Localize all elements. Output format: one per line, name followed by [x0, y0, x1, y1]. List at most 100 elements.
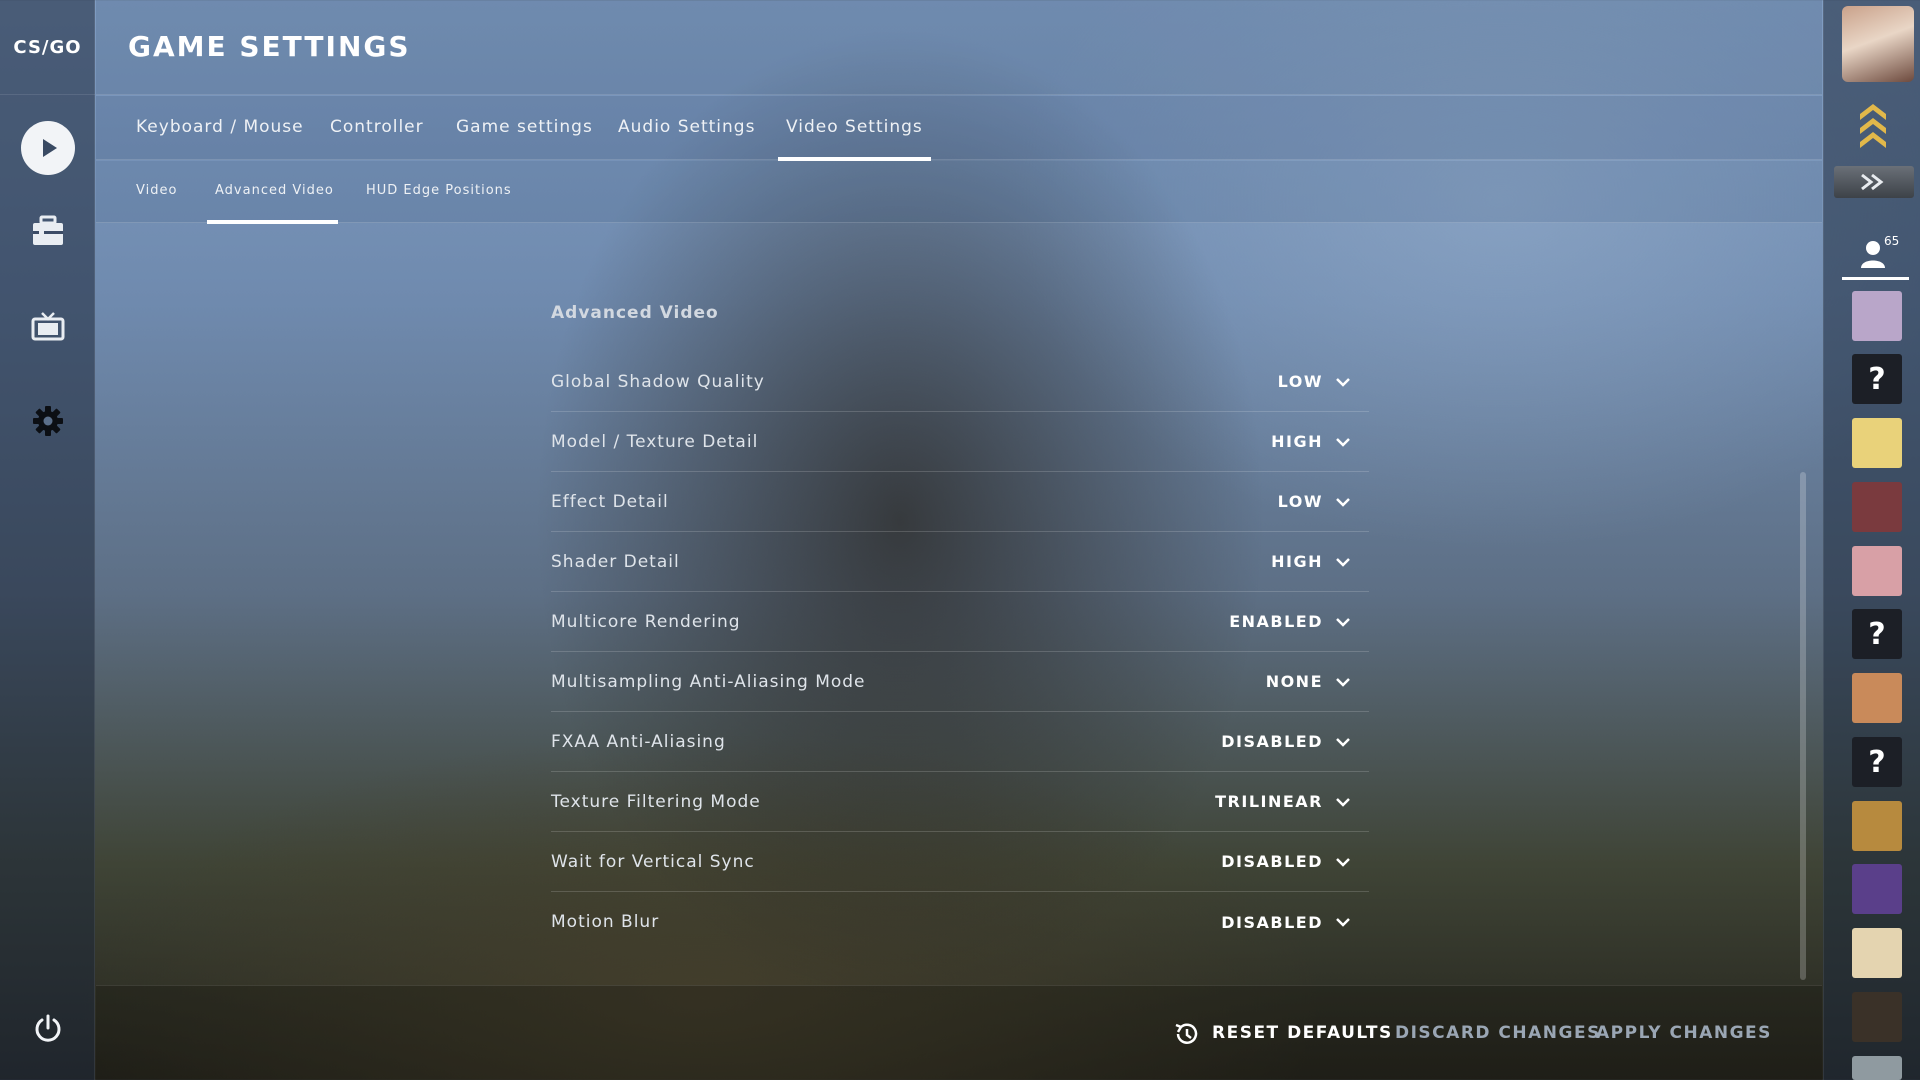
setting-dropdown[interactable]: DISABLED: [1221, 852, 1351, 871]
friend-avatar[interactable]: [1852, 673, 1902, 723]
setting-value: NONE: [1265, 672, 1323, 691]
csgo-logo[interactable]: CS/GO: [0, 0, 95, 95]
gear-icon: [32, 405, 64, 441]
setting-label: Model / Texture Detail: [551, 431, 759, 452]
chevron-down-icon: [1336, 557, 1350, 567]
setting-label: Wait for Vertical Sync: [551, 851, 755, 872]
setting-row-msaa-mode[interactable]: Multisampling Anti-Aliasing Mode NONE: [551, 652, 1369, 712]
setting-row-global-shadow-quality[interactable]: Global Shadow Quality LOW: [551, 352, 1369, 412]
discard-changes-button[interactable]: DISCARD CHANGES: [1395, 986, 1601, 1080]
chevron-down-icon: [1336, 918, 1350, 927]
setting-label: Multisampling Anti-Aliasing Mode: [551, 671, 866, 692]
friend-avatar[interactable]: [1852, 1056, 1902, 1080]
tab-controller[interactable]: Controller: [330, 96, 424, 160]
setting-value: DISABLED: [1221, 852, 1323, 871]
tab-game-settings[interactable]: Game settings: [456, 96, 593, 160]
setting-dropdown[interactable]: NONE: [1266, 672, 1351, 691]
power-button[interactable]: [0, 996, 95, 1066]
setting-value: DISABLED: [1221, 732, 1323, 751]
chevron-down-icon: [1336, 377, 1350, 387]
double-chevron-icon: [1861, 173, 1884, 191]
subtab-advanced-video[interactable]: Advanced Video: [207, 161, 338, 224]
setting-dropdown[interactable]: DISABLED: [1221, 732, 1351, 751]
setting-dropdown[interactable]: HIGH: [1271, 552, 1351, 571]
xp-level-bar[interactable]: [1834, 166, 1914, 198]
video-subtabs: Video Advanced Video HUD Edge Positions: [96, 161, 1822, 224]
play-icon: [20, 121, 75, 175]
setting-label: Texture Filtering Mode: [551, 791, 761, 812]
setting-value: ENABLED: [1229, 612, 1323, 631]
chevron-down-icon: [1336, 437, 1350, 447]
question-mark-icon: ?: [1868, 361, 1886, 397]
setting-value: HIGH: [1271, 552, 1323, 571]
setting-label: Multicore Rendering: [551, 611, 741, 632]
friend-avatar-unknown[interactable]: ?: [1852, 609, 1902, 659]
rank-chevrons-icon[interactable]: [1858, 100, 1888, 154]
settings-list: Global Shadow Quality LOW Model / Textur…: [551, 352, 1369, 952]
setting-row-vsync[interactable]: Wait for Vertical Sync DISABLED: [551, 832, 1369, 892]
setting-dropdown[interactable]: ENABLED: [1229, 612, 1351, 631]
friends-tab[interactable]: 65: [1824, 228, 1920, 280]
question-mark-icon: ?: [1868, 744, 1886, 780]
friend-avatar[interactable]: [1852, 801, 1902, 851]
chevron-down-icon: [1336, 617, 1350, 627]
player-avatar[interactable]: [1842, 6, 1914, 82]
setting-label: Effect Detail: [551, 491, 669, 512]
setting-value: DISABLED: [1221, 912, 1323, 932]
inventory-icon: [31, 215, 65, 251]
friend-avatar[interactable]: [1852, 418, 1902, 468]
settings-tabs: Keyboard / Mouse Controller Game setting…: [96, 96, 1822, 161]
watch-button[interactable]: [0, 294, 95, 364]
inventory-button[interactable]: [0, 198, 95, 268]
setting-label: Motion Blur: [551, 912, 660, 932]
friend-avatar[interactable]: [1852, 864, 1902, 914]
setting-value: LOW: [1277, 372, 1323, 391]
friend-avatar[interactable]: [1852, 992, 1902, 1042]
power-icon: [32, 1013, 64, 1049]
tab-audio-settings[interactable]: Audio Settings: [618, 96, 755, 160]
setting-row-effect-detail[interactable]: Effect Detail LOW: [551, 472, 1369, 532]
friend-avatar[interactable]: [1852, 546, 1902, 596]
reset-defaults-button[interactable]: RESET DEFAULTS: [1172, 986, 1393, 1080]
setting-row-shader-detail[interactable]: Shader Detail HIGH: [551, 532, 1369, 592]
section-title: Advanced Video: [551, 303, 719, 323]
setting-row-motion-blur[interactable]: Motion Blur DISABLED: [551, 892, 1369, 952]
subtab-hud-edge-positions[interactable]: HUD Edge Positions: [366, 161, 512, 223]
person-icon: [1860, 241, 1885, 268]
apply-changes-button[interactable]: APPLY CHANGES: [1596, 986, 1772, 1080]
chevron-down-icon: [1336, 857, 1350, 867]
setting-dropdown[interactable]: LOW: [1278, 372, 1351, 391]
subtab-video[interactable]: Video: [136, 161, 177, 223]
chevron-down-icon: [1336, 737, 1350, 747]
friend-avatar-unknown[interactable]: ?: [1852, 354, 1902, 404]
setting-label: Shader Detail: [551, 551, 680, 572]
watch-tv-icon: [31, 311, 65, 347]
footer-actions: RESET DEFAULTS DISCARD CHANGES APPLY CHA…: [96, 985, 1822, 1080]
friends-sidebar: 65 ? ? ?: [1823, 0, 1920, 1080]
friend-avatar[interactable]: [1852, 482, 1902, 532]
chevron-down-icon: [1336, 677, 1350, 687]
friend-avatar[interactable]: [1852, 928, 1902, 978]
setting-dropdown[interactable]: HIGH: [1271, 432, 1351, 451]
question-mark-icon: ?: [1868, 616, 1886, 652]
setting-value: HIGH: [1271, 432, 1323, 451]
chevron-down-icon: [1336, 497, 1350, 507]
left-sidebar: CS/GO: [0, 0, 95, 1080]
settings-button[interactable]: [0, 388, 95, 458]
setting-label: Global Shadow Quality: [551, 371, 765, 392]
settings-scrollbar[interactable]: [1800, 472, 1806, 980]
reset-defaults-label: RESET DEFAULTS: [1212, 1023, 1393, 1043]
friend-avatar-unknown[interactable]: ?: [1852, 737, 1902, 787]
setting-dropdown[interactable]: TRILINEAR: [1215, 792, 1351, 811]
setting-row-multicore-rendering[interactable]: Multicore Rendering ENABLED: [551, 592, 1369, 652]
setting-dropdown[interactable]: DISABLED: [1221, 913, 1351, 932]
friend-avatar[interactable]: [1852, 291, 1902, 341]
tab-video-settings[interactable]: Video Settings: [778, 96, 931, 161]
setting-dropdown[interactable]: LOW: [1278, 492, 1351, 511]
tab-keyboard-mouse[interactable]: Keyboard / Mouse: [136, 96, 304, 160]
play-button[interactable]: [0, 113, 95, 183]
setting-row-model-texture-detail[interactable]: Model / Texture Detail HIGH: [551, 412, 1369, 472]
setting-row-fxaa[interactable]: FXAA Anti-Aliasing DISABLED: [551, 712, 1369, 772]
setting-row-texture-filtering[interactable]: Texture Filtering Mode TRILINEAR: [551, 772, 1369, 832]
reset-history-icon: [1175, 1022, 1198, 1044]
